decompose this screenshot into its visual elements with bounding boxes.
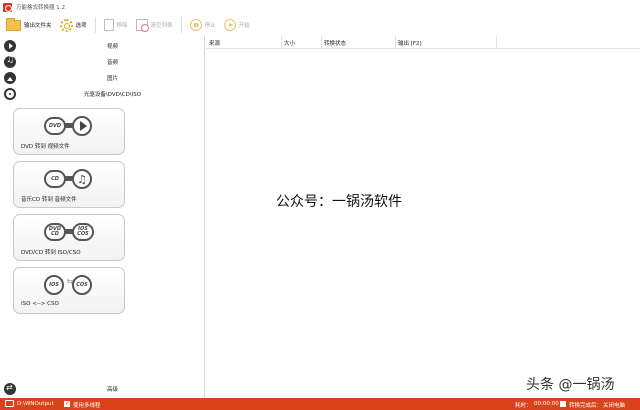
card-label: DVD/CD 转到 ISO/CSO	[21, 250, 81, 256]
play-icon	[223, 19, 236, 31]
image-icon	[4, 72, 16, 84]
options-button[interactable]: 选项	[59, 15, 87, 35]
column-divider[interactable]	[496, 36, 497, 48]
stop-label: 停止	[204, 23, 216, 29]
clear-list-label: 清空列表	[150, 23, 173, 29]
card-label: ISO <--> CSO	[21, 301, 59, 307]
stop-button[interactable]: 停止	[189, 15, 216, 35]
ios-badge-icon: IOS	[44, 275, 64, 295]
table-header: 来源 大小 转换状态 输出 [F2]	[206, 36, 640, 49]
category-audio[interactable]: 音频	[0, 54, 205, 70]
toolbar: 输出文件夹 选项 移除 清空列表 停止 开始	[0, 14, 640, 36]
card-to-label: IOS COS	[77, 226, 89, 237]
start-label: 开始	[238, 23, 250, 29]
iso-cos-badge-icon: IOS COS	[72, 223, 94, 241]
multithread-label: 使用多线程	[73, 402, 101, 409]
iso-cso-card[interactable]: IOS ⇆ COS ISO <--> CSO	[13, 267, 125, 314]
status-bar: D:\WNOutput 使用多线程 耗时： 00:00:00 转换完成后： 关闭…	[0, 398, 640, 410]
category-optical-drive[interactable]: 光驱设备\DVD\CD\ISO	[0, 86, 205, 102]
shutdown-option[interactable]: 关闭电脑	[603, 401, 625, 409]
advanced-button[interactable]: 高级	[0, 381, 205, 397]
options-label: 选项	[75, 23, 87, 29]
multithread-checkbox[interactable]	[64, 400, 70, 407]
disc-to-iso-card[interactable]: DVD CD IOS COS DVD/CD 转到 ISO/CSO	[13, 214, 125, 261]
app-logo-icon	[3, 2, 12, 12]
category-label: 图片	[106, 76, 118, 82]
after-convert-label: 转换完成后：	[569, 402, 603, 409]
after-convert-checkbox[interactable]	[560, 401, 566, 407]
category-label: 视频	[106, 44, 118, 50]
column-divider[interactable]	[281, 36, 282, 48]
column-header-source[interactable]: 来源	[209, 39, 220, 47]
card-from-label: IOS	[49, 281, 59, 288]
title-bar: 万能格式转换器 1.2	[0, 0, 640, 14]
dvd-badge-icon: DVD	[44, 117, 66, 135]
column-header-size[interactable]: 大小	[284, 39, 295, 47]
category-video[interactable]: 视频	[0, 38, 205, 54]
clear-list-icon	[135, 19, 149, 32]
remove-label: 移除	[116, 23, 128, 29]
watermark-text: 公众号：一锅汤软件	[276, 194, 402, 210]
column-header-output[interactable]: 输出 [F2]	[398, 39, 422, 47]
elapsed-time: 00:00:00	[534, 400, 559, 407]
music-icon	[4, 55, 16, 68]
remove-button[interactable]: 移除	[103, 15, 128, 35]
corner-watermark: 头条 @一锅汤	[526, 377, 615, 393]
play-icon	[72, 116, 92, 136]
dvd-cd-badge-icon: DVD CD	[44, 223, 66, 241]
trash-icon	[103, 19, 114, 31]
music-note-icon: ♫	[72, 169, 92, 189]
column-header-status[interactable]: 转换状态	[324, 39, 346, 47]
disc-icon	[4, 88, 16, 100]
category-label: 光驱设备\DVD\CD\ISO	[83, 92, 142, 98]
dvd-to-video-card[interactable]: DVD DVD 转到 视频文件	[13, 108, 125, 155]
card-from-label: CD	[51, 175, 59, 182]
category-label: 音频	[106, 60, 118, 66]
window-title: 万能格式转换器 1.2	[16, 5, 65, 11]
column-divider[interactable]	[395, 36, 396, 48]
play-icon	[4, 40, 16, 52]
advanced-label: 高级	[106, 387, 118, 393]
file-list[interactable]: 来源 大小 转换状态 输出 [F2] 公众号：一锅汤软件 头条 @一锅汤	[206, 36, 640, 398]
column-divider[interactable]	[321, 36, 322, 48]
output-folder-button[interactable]: 输出文件夹	[6, 15, 52, 35]
output-folder-label: 输出文件夹	[24, 23, 52, 29]
card-from-label: DVD CD	[48, 226, 62, 237]
clear-list-button[interactable]: 清空列表	[135, 15, 173, 35]
pause-icon	[189, 19, 202, 31]
elapsed-label: 耗时：	[515, 402, 532, 409]
start-button[interactable]: 开始	[223, 15, 250, 35]
cd-badge-icon: CD	[44, 170, 66, 188]
card-label: DVD 转到 视频文件	[21, 144, 70, 150]
folder-icon	[6, 17, 21, 31]
card-graphic: IOS ⇆ COS	[44, 274, 98, 296]
card-graphic: DVD	[44, 115, 98, 137]
card-graphic: CD ♫	[44, 168, 98, 190]
gear-icon	[59, 18, 73, 32]
category-image[interactable]: 图片	[0, 70, 205, 86]
folder-icon[interactable]	[5, 400, 14, 407]
cos-badge-icon: COS	[72, 275, 92, 295]
sidebar: 视频 音频 图片 光驱设备\DVD\CD\ISO DVD DVD 转到 视频文件…	[0, 36, 205, 398]
output-path[interactable]: D:\WNOutput	[17, 401, 54, 407]
card-graphic: DVD CD IOS COS	[44, 221, 98, 243]
cd-to-audio-card[interactable]: CD ♫ 音乐CD 转到 音频文件	[13, 161, 125, 208]
toolbar-divider	[180, 17, 182, 33]
swap-icon	[4, 383, 16, 395]
card-from-label: DVD	[48, 122, 62, 129]
card-to-label: COS	[76, 281, 88, 288]
card-label: 音乐CD 转到 音频文件	[21, 197, 77, 203]
toolbar-divider	[94, 17, 96, 33]
